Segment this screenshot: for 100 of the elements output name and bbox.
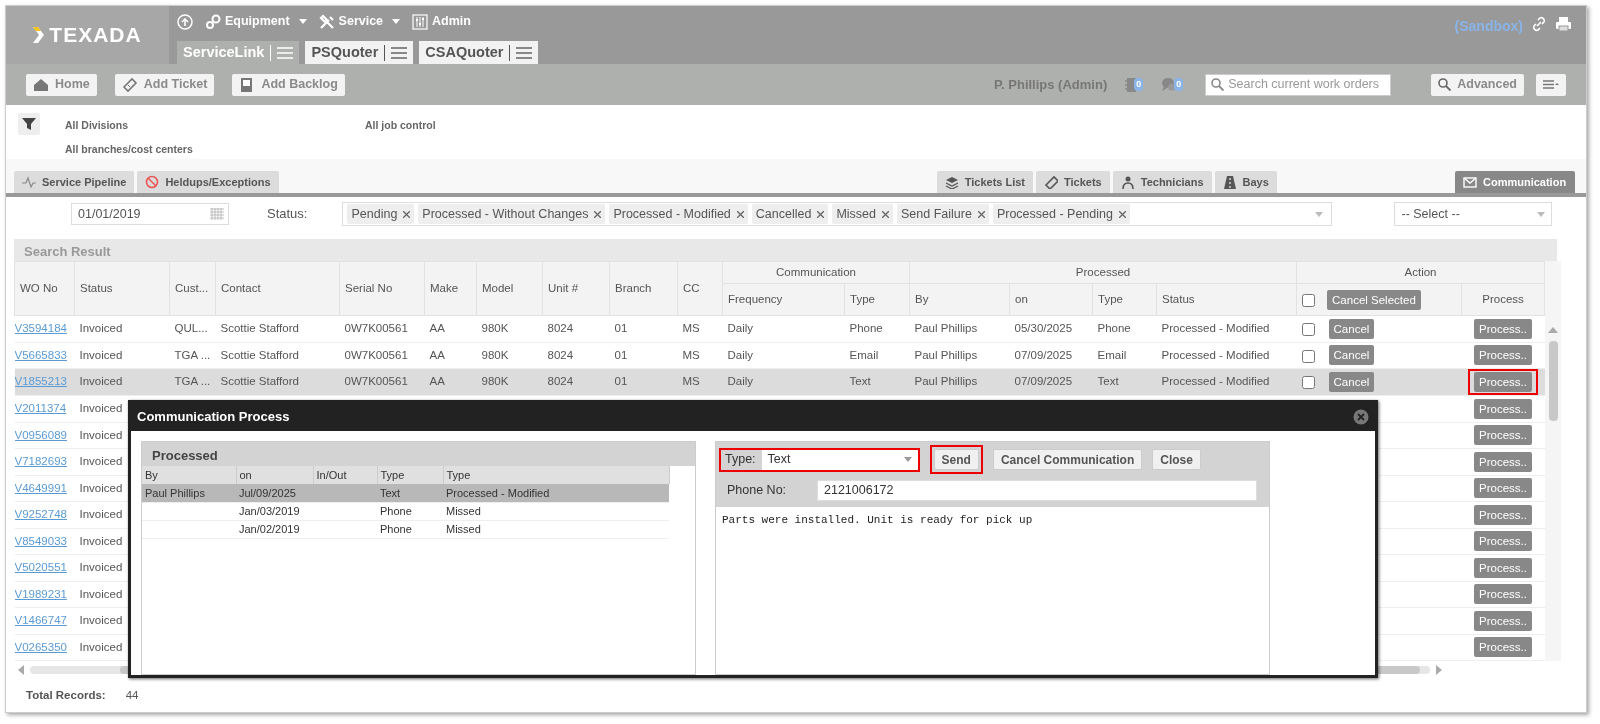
table-row[interactable]: Jan/02/2019 Phone Missed bbox=[142, 520, 669, 538]
remove-icon[interactable] bbox=[736, 210, 744, 218]
toolbar-button[interactable]: Add Backlog bbox=[232, 73, 345, 96]
app-tab[interactable]: PSQuoter bbox=[305, 41, 414, 64]
process-button[interactable]: Process.. bbox=[1474, 557, 1532, 578]
cancel-button[interactable]: Cancel bbox=[1328, 345, 1375, 366]
status-tag[interactable]: Send Failure bbox=[897, 203, 989, 225]
remove-icon[interactable] bbox=[817, 210, 825, 218]
view-tab[interactable]: Bays bbox=[1214, 171, 1277, 193]
menu-icon bbox=[516, 46, 533, 59]
app-tab[interactable]: ServiceLink bbox=[177, 41, 300, 64]
table-row[interactable]: Paul Phillips Jul/09/2025 Text Processed - Modified bbox=[142, 484, 669, 502]
remove-icon[interactable] bbox=[594, 210, 602, 218]
work-order-link[interactable]: V4649991 bbox=[14, 481, 67, 494]
process-button[interactable]: Process.. bbox=[1474, 425, 1532, 446]
advanced-search-button[interactable]: Advanced bbox=[1431, 73, 1524, 96]
checkbox[interactable] bbox=[1301, 376, 1315, 390]
scroll-left-icon[interactable] bbox=[18, 665, 24, 675]
view-tab[interactable]: Heldups/Exceptions bbox=[137, 171, 279, 193]
process-button[interactable]: Process.. bbox=[1474, 398, 1532, 419]
remove-icon[interactable] bbox=[977, 210, 985, 218]
work-order-link[interactable]: V5665833 bbox=[14, 348, 67, 361]
app-tab[interactable]: CSAQuoter bbox=[419, 41, 539, 64]
column-header: WO No bbox=[14, 261, 75, 316]
work-order-link[interactable]: V1855213 bbox=[14, 375, 67, 388]
cancel-button[interactable]: Cancel bbox=[1328, 372, 1375, 392]
scroll-thumb[interactable] bbox=[1548, 341, 1558, 421]
work-order-link[interactable]: V8549033 bbox=[14, 534, 67, 547]
process-button[interactable]: Process.. bbox=[1474, 504, 1532, 525]
view-tab[interactable]: Communication bbox=[1455, 171, 1575, 193]
status-tag[interactable]: Missed bbox=[832, 203, 893, 225]
menu-dropdown[interactable]: Equipment bbox=[205, 12, 307, 31]
toolbar-button[interactable]: Home bbox=[26, 73, 97, 96]
work-order-link[interactable]: V3594184 bbox=[14, 322, 67, 335]
dialog-button[interactable]: Cancel Communication bbox=[992, 449, 1143, 470]
printer-icon[interactable] bbox=[1555, 16, 1572, 32]
process-button[interactable]: Process.. bbox=[1474, 478, 1532, 499]
phone-field[interactable]: 2121006172 bbox=[817, 480, 1257, 501]
select-dropdown[interactable]: -- Select -- bbox=[1394, 202, 1553, 226]
process-button[interactable]: Process.. bbox=[1474, 451, 1532, 472]
toolbar-button[interactable]: Add Ticket bbox=[114, 73, 215, 96]
work-order-link[interactable]: V0956089 bbox=[14, 428, 67, 441]
message-field[interactable]: Parts were installed. Unit is ready for pick up bbox=[716, 507, 1269, 674]
process-button[interactable]: Process.. bbox=[1474, 610, 1532, 631]
work-order-link[interactable]: V0265350 bbox=[14, 640, 67, 653]
filter-value[interactable]: All Divisions bbox=[65, 118, 365, 134]
work-order-link[interactable]: V2011374 bbox=[14, 402, 67, 415]
list-menu-button[interactable] bbox=[1536, 73, 1566, 96]
column-header: Status bbox=[74, 261, 170, 316]
table-cell: Jan/02/2019 bbox=[236, 520, 313, 538]
dialog-button[interactable]: Close bbox=[1152, 449, 1201, 470]
work-order-link[interactable]: V7182693 bbox=[14, 455, 67, 468]
view-tab[interactable]: Service Pipeline bbox=[14, 171, 135, 193]
process-button[interactable]: Process.. bbox=[1474, 318, 1532, 339]
remove-icon[interactable] bbox=[882, 210, 889, 218]
status-tag[interactable]: Pending bbox=[347, 203, 415, 225]
process-button[interactable]: Process.. bbox=[1474, 637, 1532, 658]
status-multiselect[interactable]: Pending Processed - Without Changes Processed - Modified Cancelled Missed Send Failure Processed - Pending bbox=[342, 202, 1333, 226]
caret-icon bbox=[903, 457, 912, 462]
checkbox[interactable] bbox=[1302, 293, 1316, 307]
checkbox[interactable] bbox=[1301, 323, 1315, 337]
type-select[interactable]: Text bbox=[761, 449, 918, 470]
checkbox[interactable] bbox=[1301, 349, 1315, 363]
work-order-link[interactable]: V5020551 bbox=[14, 561, 67, 574]
remove-icon[interactable] bbox=[1118, 210, 1126, 218]
cancel-button[interactable]: Cancel bbox=[1328, 318, 1375, 339]
work-order-link[interactable]: V1989231 bbox=[14, 587, 67, 600]
menu-link[interactable]: Admin bbox=[412, 12, 471, 31]
status-tag[interactable]: Processed - Pending bbox=[992, 203, 1130, 225]
view-tab[interactable]: Technicians bbox=[1112, 171, 1212, 193]
cancel-selected-button[interactable]: Cancel Selected bbox=[1327, 289, 1421, 310]
status-tag[interactable]: Cancelled bbox=[751, 203, 829, 225]
work-order-link[interactable]: V1466747 bbox=[14, 614, 67, 627]
table-cell: 07/09/2025 bbox=[1009, 368, 1093, 396]
scroll-up-icon[interactable] bbox=[1548, 327, 1559, 333]
work-order-link[interactable]: V9252748 bbox=[14, 508, 67, 521]
filter-button[interactable] bbox=[18, 113, 40, 135]
remove-icon[interactable] bbox=[403, 210, 411, 218]
status-tag[interactable]: Processed - Without Changes bbox=[418, 203, 606, 225]
status-tag[interactable]: Processed - Modified bbox=[609, 203, 748, 225]
arrow-up-circle-icon[interactable] bbox=[177, 13, 193, 30]
scrollbar[interactable] bbox=[1545, 261, 1562, 661]
filter-value[interactable]: All branches/cost centers bbox=[65, 141, 365, 158]
dialog-button[interactable]: Send bbox=[933, 449, 979, 470]
view-tab[interactable]: Tickets List bbox=[936, 171, 1034, 193]
date-field[interactable]: 01/01/2019 bbox=[71, 203, 229, 225]
filter-value[interactable]: All job control bbox=[365, 118, 436, 134]
view-tab[interactable]: Tickets bbox=[1036, 171, 1110, 193]
total-count: 44 bbox=[125, 688, 139, 703]
search-field[interactable]: Search current work orders bbox=[1205, 73, 1392, 96]
process-button[interactable]: Process.. bbox=[1474, 345, 1532, 366]
table-row[interactable]: Jan/03/2019 Phone Missed bbox=[142, 502, 669, 520]
scroll-right-icon[interactable] bbox=[1436, 665, 1442, 675]
process-button[interactable]: Process.. bbox=[1474, 584, 1532, 605]
process-button[interactable]: Process.. bbox=[1474, 372, 1532, 392]
process-button[interactable]: Process.. bbox=[1474, 531, 1532, 552]
link-icon[interactable] bbox=[1531, 16, 1547, 32]
close-icon[interactable] bbox=[1353, 409, 1369, 425]
envelope-icon bbox=[1463, 175, 1477, 189]
menu-dropdown[interactable]: Service bbox=[318, 12, 401, 31]
